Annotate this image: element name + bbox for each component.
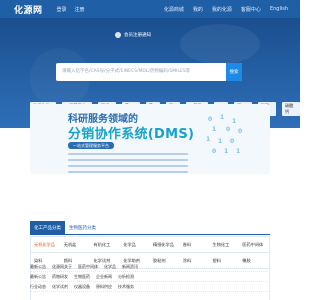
nav-mine[interactable]: 我的 [193,6,203,13]
grid-cell[interactable]: 精细化学品 [150,237,180,252]
nav-service[interactable]: 客服中心 [241,6,261,13]
category-tag[interactable]: 碳酸钙 [281,102,300,116]
grid-cell[interactable]: 无机化学品 [31,237,61,252]
grid-cell[interactable]: 生物化工 [210,237,240,252]
search-placeholder: 请输入化学名/CAS号/分子式/EINECS/MDL/药物编码/SMILES等 [62,69,191,74]
tab-biomedical[interactable]: 生物医药分类 [65,221,100,234]
announcement-item[interactable]: 分析检测 [118,274,134,280]
announcement-item[interactable]: 化学品 [104,264,116,270]
site-logo[interactable]: 化源网 [14,3,43,16]
announcement-item[interactable]: 医药中间体 [78,264,98,270]
register-link[interactable]: 注册 [75,6,85,13]
grid-cell[interactable]: 化学品 [120,237,150,252]
page-root: 化源网 登录 注册 化源商城 我的 我的化源 客服中心 English 会员注册… [0,0,300,300]
grid-cell[interactable]: 有机化工 [91,237,121,252]
hero-decoration [180,24,260,64]
announcement-item[interactable]: 生物医药 [74,274,90,280]
announcement-item[interactable]: 药物研发 [52,274,68,280]
banner-title: 分销协作系统(DMS) [68,127,195,142]
grid-cell[interactable]: 香料 [180,237,210,252]
promo-banner[interactable]: 科研服务领域的 分销协作系统(DMS) 一站式管理服务平台 011 100 11… [30,104,270,174]
nav-english[interactable]: English [270,6,288,13]
announcement-item[interactable]: 行业动态 [30,284,46,290]
notice-icon [115,32,121,38]
announcement-row[interactable]: 最新公告 药物研发 生物医药 企业新闻 分析检测 [30,272,270,282]
grid-cell[interactable]: 医药中间体 [239,237,269,252]
category-tabs: 化工产品分类 生物医药分类 [30,221,270,235]
grid-row: 无机化学品 无机盐 有机化工 化学品 精细化学品 香料 生物化工 医药中间体 [31,237,269,253]
notice-text: 会员注册通知 [124,33,151,38]
nav-account[interactable]: 我的化源 [212,6,232,13]
banner-text-line [68,153,188,155]
notice-link[interactable]: 会员注册通知 [115,32,151,38]
announcement-item[interactable]: 仪器设备 [74,284,90,290]
top-bar: 化源网 登录 注册 化源商城 我的 我的化源 客服中心 English [0,0,300,18]
announcement-item[interactable]: 原料供应 [96,284,112,290]
announcement-item[interactable]: 企业新闻 [96,274,112,280]
tab-chemical[interactable]: 化工产品分类 [30,221,65,234]
search-button[interactable]: 搜索 [226,63,242,81]
grid-cell[interactable]: 无机盐 [61,237,91,252]
announcement-item[interactable]: 化源网关于 [52,264,72,270]
banner-digits-decoration: 011 100 110 011 [206,114,243,155]
announcement-list: 最新公告 化源网关于 医药中间体 化学品 新闻资讯 最新公告 药物研发 生物医药… [30,262,270,300]
announcement-row[interactable]: 最新公告 化源网关于 医药中间体 化学品 新闻资讯 [30,262,270,272]
announcement-item[interactable]: 技术服务 [118,284,134,290]
login-link[interactable]: 登录 [57,6,67,13]
banner-pill: 一站式管理服务平台 [68,142,114,149]
banner-text-line [68,159,188,161]
announcement-item[interactable]: 最新公告 [30,264,46,270]
nav-left: 登录 注册 [57,6,85,13]
announcement-row[interactable]: 行业动态 化学试剂 仪器设备 原料供应 技术服务 [30,282,270,292]
announcement-item[interactable]: 新闻资讯 [122,264,138,270]
announcement-item[interactable]: 最新公告 [30,274,46,280]
nav-right: 化源商城 我的 我的化源 客服中心 English [164,6,288,13]
banner-text-line [68,165,188,167]
announcement-item[interactable]: 化学试剂 [52,284,68,290]
nav-mall[interactable]: 化源商城 [164,6,184,13]
search-input[interactable]: 请输入化学名/CAS号/分子式/EINECS/MDL/药物编码/SMILES等 [56,63,242,81]
banner-text-line [68,171,188,173]
banner-text-lines [68,153,188,174]
